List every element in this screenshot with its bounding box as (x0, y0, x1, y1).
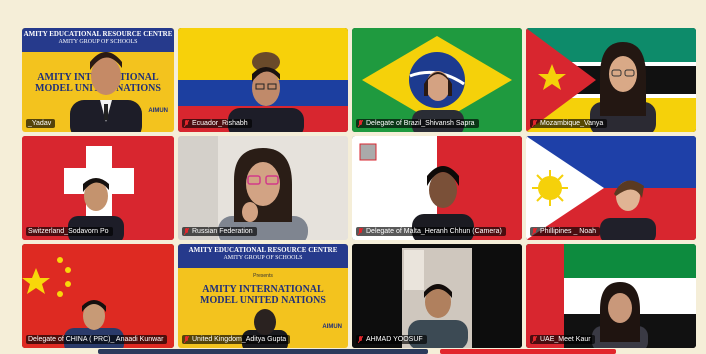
participant-tile[interactable]: Delegate of CHINA ( PRC)_ Anaadi Kunwar (22, 244, 174, 348)
participant-name: Switzerland_Sodavorn Po (26, 227, 113, 236)
banner-badge: AIMUN (322, 324, 342, 330)
participant-name: Ecuador_Rishabh (182, 119, 252, 128)
participant-name: _Yadav (26, 119, 56, 128)
banner-line1: AMITY EDUCATIONAL RESOURCE CENTRE (23, 30, 173, 38)
participant-video (352, 244, 522, 348)
banner-title: AMITY INTERNATIONAL MODEL UNITED NATIONS (200, 284, 326, 306)
banner-presents: Presents (253, 273, 273, 279)
banner-header: AMITY EDUCATIONAL RESOURCE CENTRE AMITY … (178, 244, 348, 268)
participant-tile[interactable]: UAE_Meet Kaur (526, 244, 696, 348)
mic-muted-icon (358, 336, 363, 343)
participant-tile[interactable]: Delegate of Brazil_Shivansh Sapra (352, 28, 522, 132)
mic-muted-icon (532, 228, 537, 235)
banner-badge: AIMUN (148, 108, 168, 114)
participant-name: UAE_Meet Kaur (530, 335, 595, 344)
participant-tile[interactable]: AMITY EDUCATIONAL RESOURCE CENTRE AMITY … (178, 244, 348, 348)
mic-muted-icon (184, 228, 189, 235)
participant-name: Delegate of Brazil_Shivansh Sapra (356, 119, 479, 128)
banner-line3: AMITY GROUP OF SCHOOLS (223, 255, 303, 261)
toolbar-strip (98, 349, 428, 354)
participant-tile[interactable]: Ecuador_Rishabh (178, 28, 348, 132)
participant-tile[interactable]: AHMAD YOOSUF (352, 244, 522, 348)
banner-line1: AMITY EDUCATIONAL RESOURCE CENTRE (188, 246, 338, 254)
participant-video (70, 52, 142, 132)
video-grid: AMITY EDUCATIONAL RESOURCE CENTRE AMITY … (22, 28, 696, 348)
participant-video (178, 136, 348, 240)
participant-name: Russian Federation (182, 227, 257, 236)
mic-muted-icon (184, 336, 189, 343)
participant-video (590, 42, 656, 132)
participant-name: Phillipines _ Noah (530, 227, 601, 236)
participant-tile[interactable]: Delegate of Malta_Heranh Chhun (Camera) (352, 136, 522, 240)
participant-tile[interactable]: Switzerland_Sodavorn Po (22, 136, 174, 240)
mic-muted-icon (358, 120, 363, 127)
participant-name: Delegate of Malta_Heranh Chhun (Camera) (356, 227, 506, 236)
participant-name: Mozambique_Vanya (530, 119, 608, 128)
participant-name: Delegate of CHINA ( PRC)_ Anaadi Kunwar (26, 335, 168, 344)
participant-tile[interactable]: Mozambique_Vanya (526, 28, 696, 132)
mic-muted-icon (532, 120, 537, 127)
mic-muted-icon (358, 228, 363, 235)
participant-name: United Kingdom_Aditya Gupta (182, 335, 291, 344)
participant-tile[interactable]: AMITY EDUCATIONAL RESOURCE CENTRE AMITY … (22, 28, 174, 132)
participant-tile[interactable]: Phillipines _ Noah (526, 136, 696, 240)
mic-muted-icon (184, 120, 189, 127)
participant-tile[interactable]: Russian Federation (178, 136, 348, 240)
recording-bar (440, 349, 616, 354)
mic-muted-icon (532, 336, 537, 343)
participant-name: AHMAD YOOSUF (356, 335, 427, 344)
participant-video (592, 282, 648, 348)
participant-video (600, 180, 656, 240)
